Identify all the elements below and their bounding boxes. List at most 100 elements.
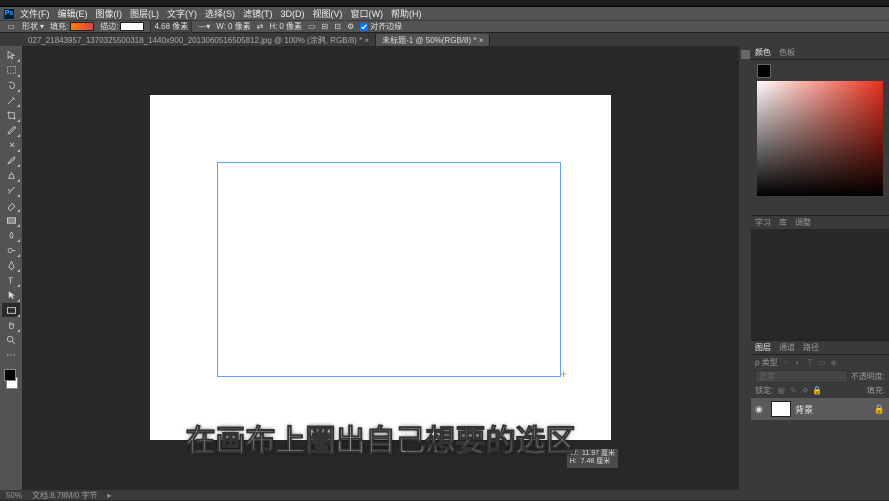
- history-brush-tool-icon[interactable]: [2, 183, 20, 197]
- path-ops-icon[interactable]: ▭: [308, 22, 316, 31]
- width-value[interactable]: 0 像素: [228, 21, 251, 32]
- filter-type-icon[interactable]: T: [805, 358, 815, 368]
- path-arrange-icon[interactable]: ⊡: [334, 22, 341, 31]
- filter-shape-icon[interactable]: ▭: [817, 358, 827, 368]
- status-chevron-icon[interactable]: ▸: [107, 491, 111, 500]
- type-tool-icon[interactable]: T: [2, 273, 20, 287]
- stroke-label: 描边:: [100, 21, 118, 32]
- learn-panel-tabs: 学习 库 调整: [751, 215, 889, 229]
- swatches-tab[interactable]: 色板: [779, 47, 795, 58]
- color-tab[interactable]: 颜色: [755, 47, 771, 58]
- close-tab-icon[interactable]: ×: [364, 36, 369, 45]
- color-panel: [751, 60, 889, 215]
- eyedropper-tool-icon[interactable]: [2, 123, 20, 137]
- align-edges-checkbox[interactable]: 对齐边缘: [360, 21, 402, 32]
- fill-swatch[interactable]: [70, 22, 94, 31]
- adjustments-tab[interactable]: 调整: [795, 217, 811, 228]
- menu-view[interactable]: 视图(V): [311, 7, 345, 20]
- layer-name[interactable]: 背景: [795, 403, 813, 416]
- crop-tool-icon[interactable]: [2, 108, 20, 122]
- fill-label: 填充:: [50, 21, 68, 32]
- document-tab[interactable]: 未标题-1 @ 50%(RGB/8) * ×: [376, 34, 490, 46]
- color-field-picker[interactable]: [757, 81, 883, 196]
- filter-smart-icon[interactable]: ◈: [829, 358, 839, 368]
- magic-wand-tool-icon[interactable]: [2, 93, 20, 107]
- layer-filter-icon[interactable]: ρ 类型: [755, 357, 778, 368]
- visibility-eye-icon[interactable]: ◉: [755, 404, 767, 415]
- learn-tab[interactable]: 学习: [755, 217, 771, 228]
- menu-window[interactable]: 窗口(W): [349, 7, 386, 20]
- lock-label: 锁定:: [755, 385, 773, 396]
- path-align-icon[interactable]: ⊟: [322, 22, 329, 31]
- menu-image[interactable]: 图像(I): [94, 7, 125, 20]
- lasso-tool-icon[interactable]: [2, 78, 20, 92]
- lock-position-icon[interactable]: ✥: [800, 386, 810, 396]
- shape-mode-label: 形状: [22, 21, 38, 32]
- link-wh-icon[interactable]: ⇄: [257, 22, 264, 31]
- clone-stamp-tool-icon[interactable]: [2, 168, 20, 182]
- app-logo-icon: Ps: [4, 9, 14, 19]
- menu-file[interactable]: 文件(F): [18, 7, 52, 20]
- height-label: H:: [269, 22, 277, 31]
- spot-heal-tool-icon[interactable]: [2, 138, 20, 152]
- filter-pixel-icon[interactable]: ▫: [781, 358, 791, 368]
- layer-thumbnail[interactable]: [771, 401, 791, 417]
- canvas-viewport[interactable]: + W: 11.97 厘米 H: 7.48 厘米 在画布上圈出自己想要的选区: [22, 46, 739, 490]
- right-panel-dock: 颜色 色板 学习 库 调整: [739, 46, 889, 490]
- document-tab[interactable]: 027_21843957_1370325500318_1440x900_2013…: [22, 34, 376, 46]
- zoom-level[interactable]: 50%: [6, 491, 22, 500]
- layer-row[interactable]: ◉ 背景 🔒: [751, 398, 889, 420]
- foreground-color-swatch[interactable]: [4, 369, 16, 381]
- pen-tool-icon[interactable]: [2, 258, 20, 272]
- stroke-type-icon[interactable]: —▾: [198, 22, 210, 31]
- collapsed-panel-icon[interactable]: [741, 50, 750, 59]
- blur-tool-icon[interactable]: [2, 228, 20, 242]
- close-tab-icon[interactable]: ×: [479, 36, 484, 45]
- current-color-swatch[interactable]: [757, 64, 771, 78]
- document-info[interactable]: 文档:8.78M/0 字节: [32, 490, 97, 501]
- menu-type[interactable]: 文字(Y): [165, 7, 199, 20]
- options-bar: ▭ 形状▾ 填充: 描边: 4.68 像素 —▾ W:0 像素 ⇄ H:0 像素…: [0, 20, 889, 33]
- foreground-background-swatch[interactable]: [2, 367, 20, 391]
- svg-text:T: T: [8, 276, 13, 285]
- rectangle-tool-icon[interactable]: [2, 303, 20, 317]
- filter-adjust-icon[interactable]: ◐: [793, 358, 803, 368]
- gradient-tool-icon[interactable]: [2, 213, 20, 227]
- hand-tool-icon[interactable]: [2, 318, 20, 332]
- zoom-tool-icon[interactable]: [2, 333, 20, 347]
- document-tab-bar: 027_21843957_1370325500318_1440x900_2013…: [0, 33, 889, 46]
- menu-select[interactable]: 选择(S): [203, 7, 237, 20]
- collapsed-panel-strip: [739, 46, 751, 490]
- path-select-tool-icon[interactable]: [2, 288, 20, 302]
- height-value[interactable]: 0 像素: [279, 21, 302, 32]
- stroke-swatch[interactable]: [120, 22, 144, 31]
- brush-tool-icon[interactable]: [2, 153, 20, 167]
- menu-3d[interactable]: 3D(D): [279, 9, 307, 19]
- libraries-tab[interactable]: 库: [779, 217, 787, 228]
- menu-filter[interactable]: 滤镜(T): [241, 7, 275, 20]
- opacity-label: 不透明度:: [851, 371, 885, 382]
- blend-mode-select[interactable]: 正常: [755, 370, 848, 383]
- lock-pixels-icon[interactable]: ✎: [788, 386, 798, 396]
- lock-transparency-icon[interactable]: ▦: [776, 386, 786, 396]
- shape-selection-rectangle[interactable]: +: [217, 162, 561, 377]
- shape-dropdown-icon[interactable]: ▾: [40, 22, 44, 31]
- lock-all-icon[interactable]: 🔒: [812, 386, 822, 396]
- dodge-tool-icon[interactable]: [2, 243, 20, 257]
- menu-layer[interactable]: 图层(L): [128, 7, 161, 20]
- menu-bar: Ps 文件(F) 编辑(E) 图像(I) 图层(L) 文字(Y) 选择(S) 滤…: [0, 7, 889, 20]
- tool-preset-icon[interactable]: ▭: [6, 22, 16, 32]
- menu-edit[interactable]: 编辑(E): [56, 7, 90, 20]
- canvas[interactable]: + W: 11.97 厘米 H: 7.48 厘米: [150, 95, 611, 440]
- move-tool-icon[interactable]: [2, 48, 20, 62]
- menu-help[interactable]: 帮助(H): [389, 7, 424, 20]
- channels-tab[interactable]: 通道: [779, 342, 795, 353]
- paths-tab[interactable]: 路径: [803, 342, 819, 353]
- gear-icon[interactable]: ⚙: [347, 22, 354, 31]
- stroke-width-field[interactable]: 4.68 像素: [150, 20, 192, 33]
- marquee-tool-icon[interactable]: [2, 63, 20, 77]
- color-panel-tabs: 颜色 色板: [751, 46, 889, 60]
- layers-tab[interactable]: 图层: [755, 342, 771, 353]
- eraser-tool-icon[interactable]: [2, 198, 20, 212]
- edit-toolbar-icon[interactable]: ⋯: [2, 348, 20, 362]
